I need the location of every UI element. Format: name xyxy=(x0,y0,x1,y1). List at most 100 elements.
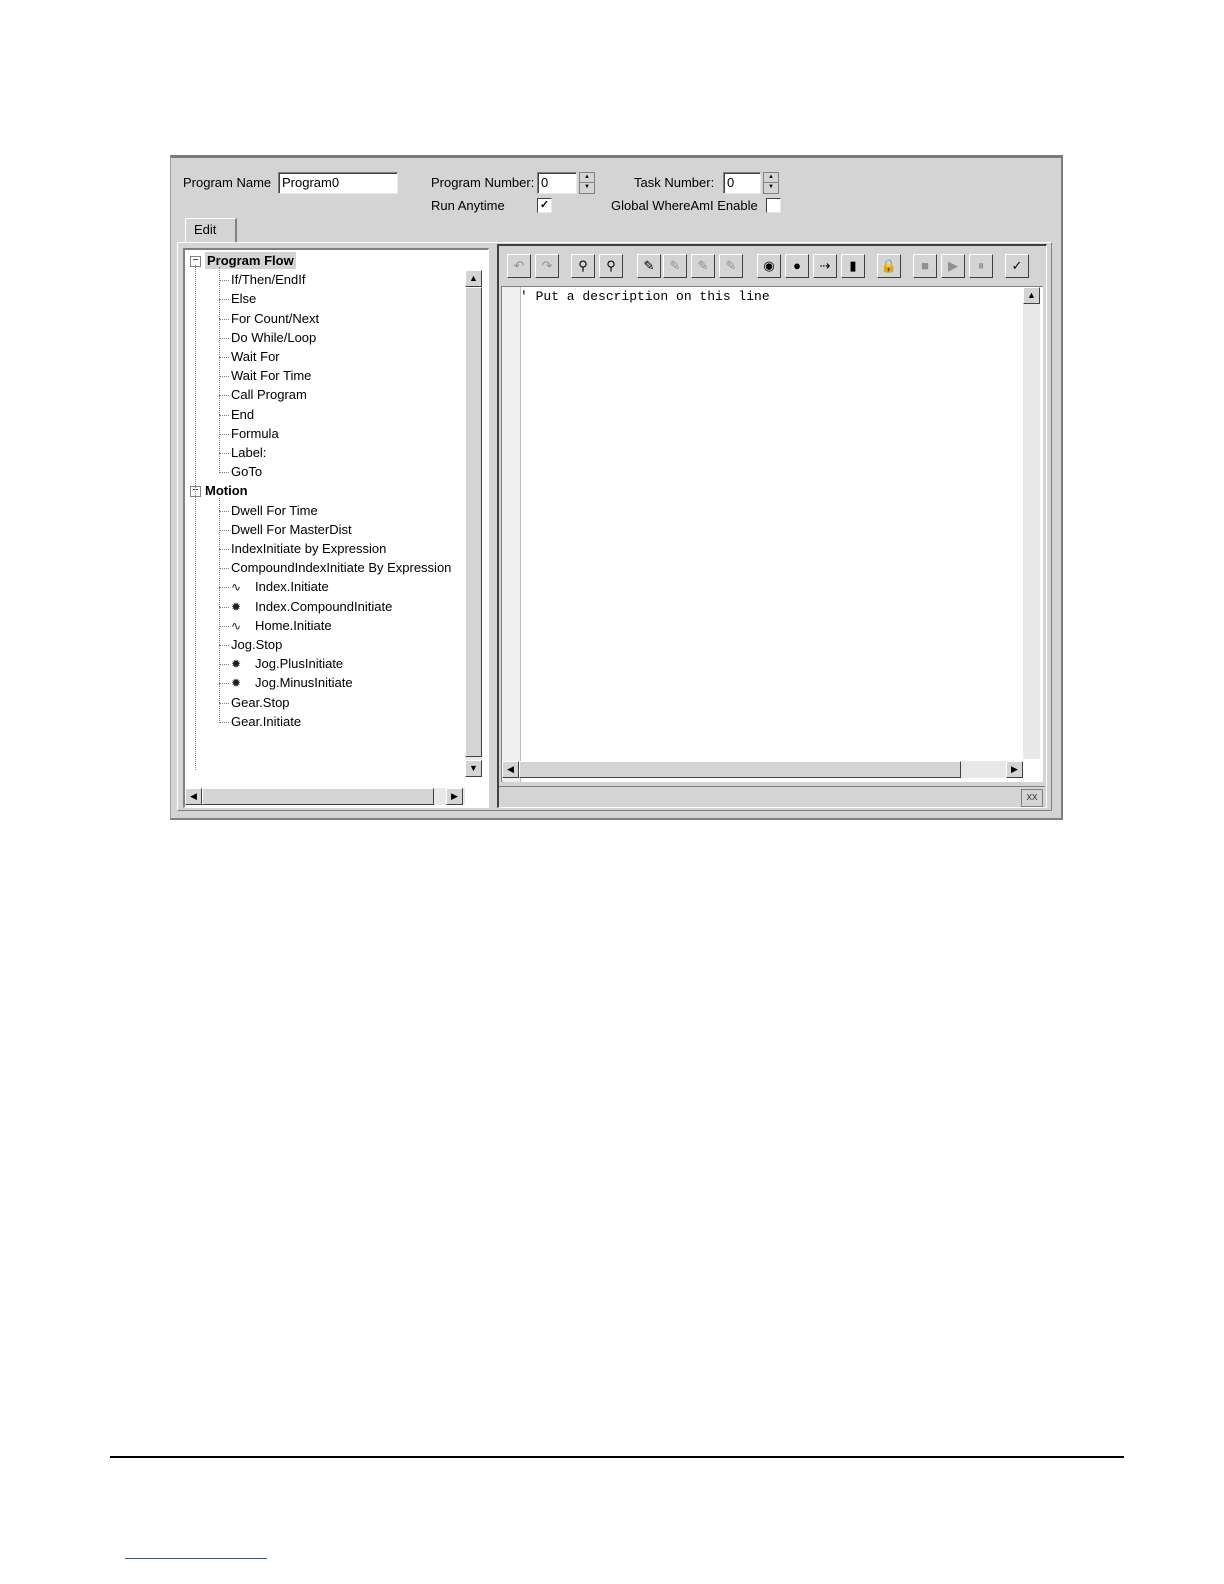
footnote-rule xyxy=(125,1558,267,1559)
tree-vertical-scrollbar[interactable]: ▲ ▼ xyxy=(465,270,482,777)
tree-item[interactable]: For Count/Next xyxy=(231,310,319,327)
scroll-up-icon[interactable]: ▲ xyxy=(465,270,482,287)
code-line[interactable]: ' Put a description on this line xyxy=(520,289,770,304)
undo-icon[interactable]: ↶ xyxy=(507,254,531,278)
scroll-left-icon[interactable]: ◀ xyxy=(185,788,202,805)
tree-item[interactable]: Wait For Time xyxy=(231,367,311,384)
prev-bookmark-icon[interactable]: ✎ xyxy=(691,254,715,278)
line-gutter xyxy=(502,287,521,782)
scroll-left-icon[interactable]: ◀ xyxy=(502,761,519,778)
tree-item[interactable]: ✹ Jog.MinusInitiate xyxy=(231,674,353,692)
play-icon[interactable]: ▶ xyxy=(941,254,965,278)
stop-icon[interactable]: ■ xyxy=(913,254,937,278)
redo-icon[interactable]: ↷ xyxy=(535,254,559,278)
global-whereami-label: Global WhereAmI Enable xyxy=(611,198,758,213)
tree-item[interactable]: Jog.Stop xyxy=(231,636,282,653)
tree-connector xyxy=(219,267,220,474)
spin-up-icon[interactable]: ▲ xyxy=(764,173,778,183)
program-number-spinner[interactable]: ▲ ▼ xyxy=(579,172,595,194)
tree-item[interactable]: CompoundIndexInitiate By Expression xyxy=(231,559,451,576)
tree-connector xyxy=(219,357,229,358)
tree-item-label: End xyxy=(231,406,255,422)
tree-item-label: Dwell For MasterDist xyxy=(231,521,352,537)
tree-item-label: Else xyxy=(231,291,257,307)
tree-item[interactable]: Formula xyxy=(231,425,279,442)
global-whereami-checkbox[interactable] xyxy=(766,198,781,213)
tree-item[interactable]: Wait For xyxy=(231,348,280,365)
tree-horizontal-scrollbar[interactable]: ◀ ▶ xyxy=(185,788,465,805)
scroll-thumb[interactable] xyxy=(465,287,482,757)
tree-connector xyxy=(219,337,229,339)
pause-icon[interactable]: ⏸ xyxy=(969,254,993,278)
tree-item-label: IndexInitiate by Expression xyxy=(231,541,387,556)
spin-down-icon[interactable]: ▼ xyxy=(580,183,594,193)
watch-icon[interactable]: ◉ xyxy=(757,254,781,278)
next-bookmark-icon[interactable]: ✎ xyxy=(663,254,687,278)
tree-item[interactable]: ∿ Home.Initiate xyxy=(231,617,332,635)
scroll-up-icon[interactable]: ▲ xyxy=(1023,287,1040,304)
page-divider xyxy=(110,1456,1124,1458)
find-replace-icon[interactable]: ⚲ xyxy=(599,254,623,278)
tree-item-label: Wait For Time xyxy=(231,368,312,384)
tree-item-label: Wait For xyxy=(231,349,280,364)
program-name-label: Program Name xyxy=(183,175,272,190)
scroll-down-icon[interactable]: ▼ xyxy=(465,760,482,777)
tree-item-label: Dwell For Time xyxy=(231,502,318,518)
motion-profile-icon: ∿ xyxy=(231,618,242,633)
tree-item[interactable]: End xyxy=(231,406,254,423)
tree-item[interactable]: Label: xyxy=(231,444,266,461)
tree-connector xyxy=(219,721,229,723)
tree-item[interactable]: Else xyxy=(231,290,256,307)
code-area[interactable]: ' Put a description on this line ▲ ◀ ▶ xyxy=(501,286,1043,782)
tree-item[interactable]: GoTo xyxy=(231,463,262,480)
tab-edit[interactable]: Edit xyxy=(185,218,237,242)
program-name-field[interactable]: Program0 xyxy=(278,172,398,194)
tree-item[interactable]: Call Program xyxy=(231,386,307,403)
tree-item[interactable]: Dwell For Time xyxy=(231,502,318,519)
tree-item[interactable]: ✹ Index.CompoundInitiate xyxy=(231,598,392,616)
breakpoint-icon[interactable]: ● xyxy=(785,254,809,278)
editor-status-bar: xx xyxy=(499,786,1045,807)
tree-connector xyxy=(219,587,229,589)
tree-connector xyxy=(219,472,229,474)
find-icon[interactable]: ⚲ xyxy=(571,254,595,278)
tree-item[interactable]: Gear.Stop xyxy=(231,694,290,711)
tree-item[interactable]: ✹ Jog.PlusInitiate xyxy=(231,655,343,673)
scroll-thumb[interactable] xyxy=(202,788,434,805)
scroll-right-icon[interactable]: ▶ xyxy=(446,788,463,805)
toggle-bookmark-icon[interactable]: ✎ xyxy=(637,254,661,278)
tree-item[interactable]: Do While/Loop xyxy=(231,329,316,346)
tree-item[interactable]: Dwell For MasterDist xyxy=(231,521,352,538)
tree-connector xyxy=(219,664,229,666)
tree-item-label: Jog.PlusInitiate xyxy=(255,656,344,672)
tree-item[interactable]: Gear.Initiate xyxy=(231,713,301,730)
spin-up-icon[interactable]: ▲ xyxy=(580,173,594,183)
lock-icon[interactable]: 🔒 xyxy=(877,254,901,278)
editor-horizontal-scrollbar[interactable]: ◀ ▶ xyxy=(502,761,1023,778)
scroll-thumb[interactable] xyxy=(519,761,961,778)
run-icon[interactable]: ▮ xyxy=(841,254,865,278)
status-indicator: xx xyxy=(1021,789,1043,807)
tree-connector xyxy=(195,265,196,770)
tree-item-label: Label: xyxy=(231,445,267,460)
program-number-field[interactable]: 0 xyxy=(537,172,577,194)
scroll-right-icon[interactable]: ▶ xyxy=(1006,761,1023,778)
tree-item[interactable]: If/Then/EndIf xyxy=(231,271,305,288)
tree-connector xyxy=(219,395,229,397)
tree-item[interactable]: IndexInitiate by Expression xyxy=(231,540,386,557)
motion-profile-icon: ∿ xyxy=(231,580,242,595)
spin-down-icon[interactable]: ▼ xyxy=(764,183,778,193)
tree-group-header[interactable]: Motion xyxy=(205,482,248,499)
tree-connector xyxy=(219,433,229,435)
tree-connector xyxy=(219,683,229,685)
editor-vertical-scrollbar[interactable]: ▲ xyxy=(1023,287,1040,759)
clear-bookmarks-icon[interactable]: ✎ xyxy=(719,254,743,278)
check-syntax-icon[interactable]: ✓ xyxy=(1005,254,1029,278)
task-number-spinner[interactable]: ▲ ▼ xyxy=(763,172,779,194)
tree-item-label: CompoundIndexInitiate By Expression xyxy=(231,560,452,576)
task-number-field[interactable]: 0 xyxy=(723,172,761,194)
tree-item[interactable]: ∿ Index.Initiate xyxy=(231,578,329,596)
command-tree[interactable]: − Program Flow If/Then/EndIf Else For Count/… xyxy=(183,248,489,808)
step-icon[interactable]: ⇢ xyxy=(813,254,837,278)
run-anytime-checkbox[interactable]: ✓ xyxy=(537,198,552,213)
